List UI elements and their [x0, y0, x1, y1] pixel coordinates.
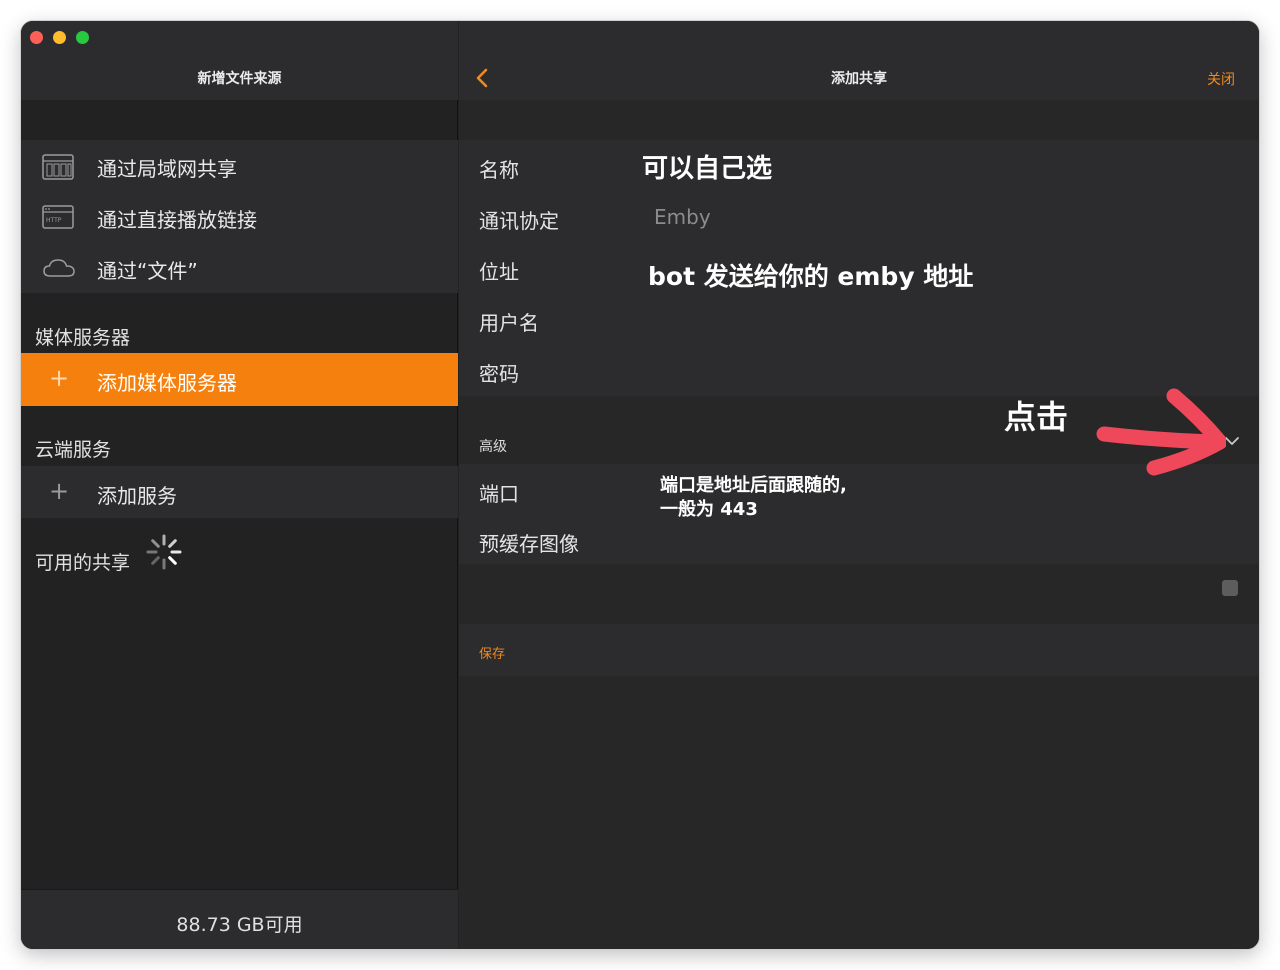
precache-images-label: 预缓存图像	[479, 532, 579, 556]
loading-spinner-icon	[146, 534, 182, 570]
share-form: 名称 通讯协定 Emby 位址 用户名 密码 可以自己选 bot 发送给你的 e…	[459, 140, 1259, 396]
port-annotation-line2: 一般为 443	[660, 499, 758, 520]
protocol-field[interactable]: 通讯协定 Emby	[459, 191, 1259, 242]
address-annotation: bot 发送给你的 emby 地址	[648, 262, 974, 291]
sidebar-title: 新增文件来源	[197, 71, 282, 87]
storage-footer: 88.73 GB可用	[21, 889, 458, 949]
close-window-button[interactable]	[30, 31, 43, 44]
advanced-section-header: 高级	[479, 439, 507, 455]
source-label: 通过局域网共享	[97, 157, 237, 181]
name-annotation: 可以自己选	[642, 154, 773, 184]
save-button[interactable]: 保存	[479, 643, 505, 662]
cloud-service-section-header: 云端服务	[35, 439, 112, 461]
source-item-direct-link[interactable]: HTTP 通过直接播放链接	[21, 191, 458, 242]
username-label: 用户名	[479, 311, 539, 335]
available-shares-header: 可用的共享	[35, 552, 131, 574]
source-label: 通过直接播放链接	[97, 208, 257, 232]
password-label: 密码	[479, 362, 519, 386]
port-annotation: 端口是地址后面跟随的, 一般为 443	[660, 474, 847, 522]
media-server-section-header: 媒体服务器	[35, 327, 131, 349]
file-source-list: 通过局域网共享 HTTP 通过直接播放链接 通过“文件”	[21, 140, 458, 293]
source-item-lan-share[interactable]: 通过局域网共享	[21, 140, 458, 191]
sidebar-header: 新增文件来源	[21, 21, 458, 100]
click-annotation: 点击	[1004, 398, 1069, 436]
precache-images-row: 预缓存图像	[459, 514, 1259, 596]
annotation-arrow-icon	[1096, 388, 1226, 476]
nas-server-icon	[42, 154, 74, 180]
add-media-server-label: 添加媒体服务器	[97, 371, 237, 395]
port-label: 端口	[479, 482, 519, 506]
zoom-window-button[interactable]	[76, 31, 89, 44]
minimize-window-button[interactable]	[53, 31, 66, 44]
svg-text:HTTP: HTTP	[46, 217, 62, 224]
storage-available-text: 88.73 GB可用	[176, 914, 303, 936]
app-window: 新增文件来源 通过局域网共享 HTTP 通过直接播放链接 通过“文件” 媒体服务…	[21, 21, 1259, 949]
add-service-button[interactable]: + 添加服务	[21, 466, 458, 518]
panel-title: 添加共享	[831, 71, 887, 87]
username-field[interactable]: 用户名	[459, 293, 1259, 344]
protocol-label: 通讯协定	[479, 209, 559, 233]
precache-images-checkbox[interactable]	[1222, 580, 1238, 596]
add-media-server-button[interactable]: + 添加媒体服务器	[21, 353, 458, 406]
close-button[interactable]: 关闭	[1207, 69, 1235, 89]
sidebar: 新增文件来源 通过局域网共享 HTTP 通过直接播放链接 通过“文件” 媒体服务…	[21, 21, 458, 949]
name-field[interactable]: 名称	[459, 140, 1259, 191]
port-annotation-line1: 端口是地址后面跟随的,	[660, 475, 847, 496]
address-label: 位址	[479, 260, 519, 284]
cloud-icon	[43, 259, 75, 277]
name-label: 名称	[479, 158, 519, 182]
add-service-label: 添加服务	[97, 484, 177, 508]
save-row: 保存	[459, 624, 1259, 676]
source-item-files-app[interactable]: 通过“文件”	[21, 242, 458, 293]
source-label: 通过“文件”	[97, 259, 198, 283]
plus-icon: +	[49, 364, 70, 392]
plus-icon: +	[49, 477, 70, 505]
protocol-value: Emby	[654, 205, 711, 229]
panel-header: 添加共享 关闭	[459, 21, 1259, 100]
http-window-icon: HTTP	[42, 205, 74, 229]
